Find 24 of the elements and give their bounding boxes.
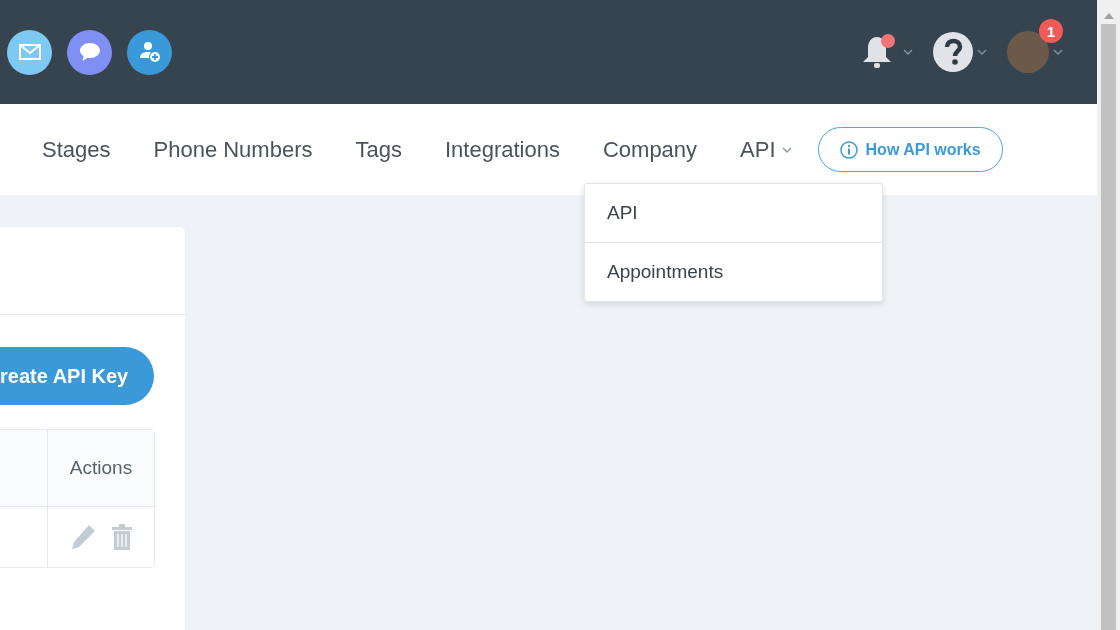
nav-tab[interactable]: Stages [42,136,111,163]
chevron-down-icon [977,49,987,55]
scrollbar[interactable] [1097,0,1120,630]
email-button[interactable] [7,29,52,75]
chat-bubble-icon [78,42,101,62]
help-icon[interactable] [933,32,973,72]
avatar[interactable] [1007,31,1049,73]
nav-tab[interactable]: Tags [355,136,402,163]
add-contact-button[interactable] [127,29,172,75]
chevron-down-icon [903,49,913,55]
notification-count: 1 [1039,19,1063,43]
nav-tab[interactable]: Integrations [444,136,560,163]
chevron-down-icon [781,146,792,153]
nav-tab[interactable]: Phone Numbers [153,136,313,163]
nav-tab[interactable]: Company [602,136,698,163]
chevron-down-icon [1053,49,1063,55]
add-person-icon [137,41,162,63]
column-header: Actions [48,430,154,506]
menu-item[interactable]: API [585,184,882,242]
envelope-icon [18,44,41,60]
chat-button[interactable] [67,29,112,75]
menu-item[interactable]: Appointments [585,242,882,301]
nav-tab[interactable]: API [740,136,792,163]
info-icon [839,140,858,159]
